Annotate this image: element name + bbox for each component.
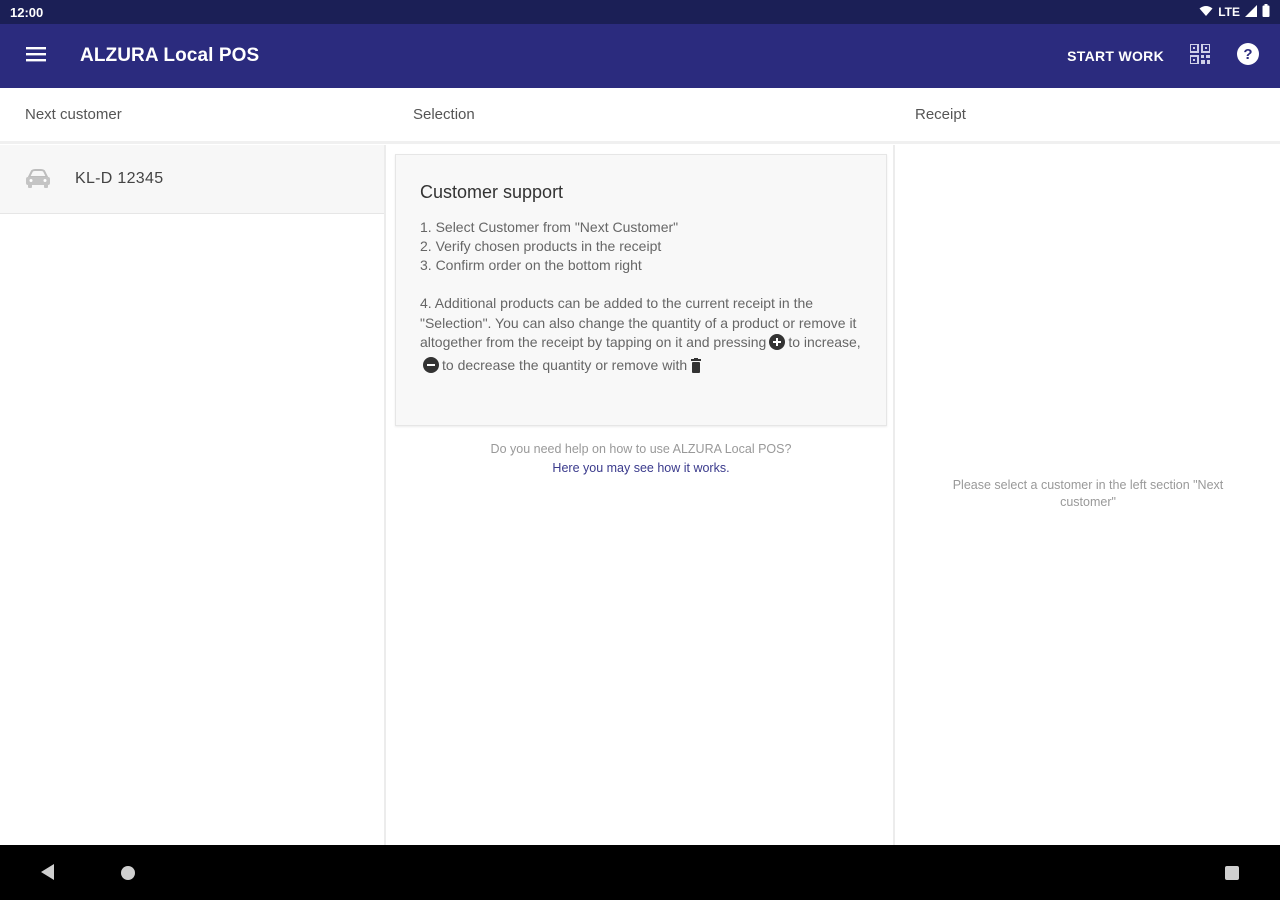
- menu-button[interactable]: [0, 24, 72, 88]
- app-bar: ALZURA Local POS START WORK ?: [0, 24, 1280, 88]
- help-button[interactable]: ?: [1224, 32, 1272, 80]
- back-icon[interactable]: [40, 864, 56, 885]
- svg-text:?: ?: [1243, 46, 1252, 63]
- next-customer-panel: KL-D 12345: [0, 145, 386, 845]
- app-title: ALZURA Local POS: [80, 45, 260, 66]
- selection-panel: Customer support 1. Select Customer from…: [387, 145, 895, 845]
- next-customer-header: Next customer: [25, 106, 122, 123]
- support-step: 1. Select Customer from "Next Customer": [420, 219, 679, 235]
- home-icon[interactable]: [120, 865, 136, 886]
- system-navigation-bar: [0, 845, 1280, 900]
- help-icon: ?: [1237, 42, 1259, 70]
- trash-icon: [690, 357, 702, 379]
- receipt-header: Receipt: [915, 106, 966, 123]
- qr-code-button[interactable]: [1176, 32, 1224, 80]
- how-it-works-link[interactable]: Here you may see how it works.: [387, 459, 895, 478]
- customer-list-item[interactable]: KL-D 12345: [0, 145, 384, 214]
- battery-icon: [1262, 4, 1270, 20]
- support-step-4-increase: to increase,: [788, 334, 861, 350]
- start-work-button[interactable]: START WORK: [1055, 36, 1176, 76]
- status-bar: 12:00 LTE: [0, 0, 1280, 24]
- signal-icon: [1245, 4, 1257, 20]
- help-question: Do you need help on how to use ALZURA Lo…: [490, 442, 792, 456]
- selection-header: Selection: [413, 106, 475, 123]
- support-title: Customer support: [420, 182, 564, 202]
- support-step-4: 4. Additional products can be added to t…: [420, 294, 862, 378]
- customer-support-card: Customer support 1. Select Customer from…: [395, 154, 887, 426]
- status-time: 12:00: [10, 4, 44, 20]
- status-icons: LTE: [1199, 4, 1270, 20]
- support-step-4-decrease: to decrease the quantity or remove with: [442, 356, 688, 373]
- minus-circle-icon: [423, 356, 439, 379]
- help-block: Do you need help on how to use ALZURA Lo…: [387, 440, 895, 478]
- receipt-empty-hint: Please select a customer in the left sec…: [952, 478, 1224, 509]
- support-step: 2. Verify chosen products in the receipt: [420, 238, 662, 254]
- network-type: LTE: [1218, 5, 1240, 19]
- qr-code-icon: [1189, 42, 1211, 69]
- wifi-icon: [1199, 5, 1213, 20]
- column-headers: Next customer Selection Receipt: [0, 88, 1280, 144]
- receipt-panel: Please select a customer in the left sec…: [896, 145, 1280, 845]
- support-step: 3. Confirm order on the bottom right: [420, 257, 642, 273]
- menu-icon: [26, 46, 46, 67]
- car-icon: [24, 168, 52, 190]
- customer-plate: KL-D 12345: [75, 170, 164, 187]
- app-actions: START WORK ?: [1055, 24, 1280, 88]
- plus-circle-icon: [769, 334, 786, 356]
- recent-apps-icon[interactable]: [1224, 865, 1240, 886]
